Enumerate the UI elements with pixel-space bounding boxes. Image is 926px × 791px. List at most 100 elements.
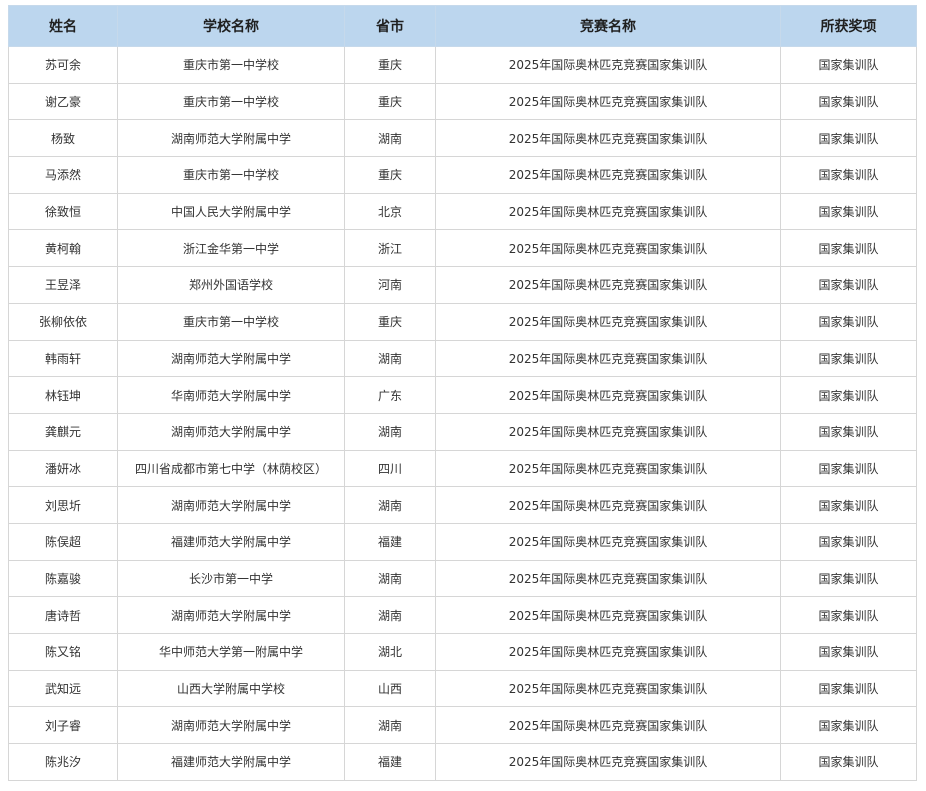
cell-name: 谢乙豪 <box>8 82 118 121</box>
cell-award: 国家集训队 <box>780 743 917 781</box>
cell-name: 张柳依依 <box>8 302 118 341</box>
table-row: 王昱泽 郑州外国语学校 河南 2025年国际奥林匹克竞赛国家集训队 国家集训队 <box>8 266 917 304</box>
cell-province: 重庆 <box>344 156 436 194</box>
cell-school: 华中师范大学第一附属中学 <box>117 633 345 671</box>
cell-name: 杨致 <box>8 119 118 158</box>
cell-province: 湖南 <box>344 339 436 378</box>
cell-school: 浙江金华第一中学 <box>117 229 345 268</box>
cell-award: 国家集训队 <box>780 376 917 414</box>
table-row: 徐致恒 中国人民大学附属中学 北京 2025年国际奥林匹克竞赛国家集训队 国家集训队 <box>8 192 917 231</box>
cell-name: 龚麒元 <box>8 412 118 451</box>
cell-school: 华南师范大学附属中学 <box>117 376 345 414</box>
cell-competition: 2025年国际奥林匹克竞赛国家集训队 <box>435 82 781 121</box>
table-row: 谢乙豪 重庆市第一中学校 重庆 2025年国际奥林匹克竞赛国家集训队 国家集训队 <box>8 82 917 121</box>
cell-school: 湖南师范大学附属中学 <box>117 119 345 158</box>
cell-school: 重庆市第一中学校 <box>117 46 345 84</box>
cell-competition: 2025年国际奥林匹克竞赛国家集训队 <box>435 706 781 745</box>
cell-competition: 2025年国际奥林匹克竞赛国家集训队 <box>435 449 781 488</box>
column-header-school: 学校名称 <box>117 5 345 47</box>
cell-name: 陈俣超 <box>8 522 118 561</box>
cell-province: 广东 <box>344 376 436 414</box>
cell-competition: 2025年国际奥林匹克竞赛国家集训队 <box>435 486 781 524</box>
cell-school: 福建师范大学附属中学 <box>117 522 345 561</box>
cell-award: 国家集训队 <box>780 229 917 268</box>
cell-award: 国家集训队 <box>780 559 917 598</box>
cell-name: 陈嘉骏 <box>8 559 118 598</box>
table-row: 龚麒元 湖南师范大学附属中学 湖南 2025年国际奥林匹克竞赛国家集训队 国家集训队 <box>8 412 917 451</box>
cell-school: 湖南师范大学附属中学 <box>117 412 345 451</box>
column-header-award: 所获奖项 <box>780 5 917 47</box>
cell-name: 黄柯翰 <box>8 229 118 268</box>
cell-award: 国家集训队 <box>780 596 917 634</box>
results-table-container: 姓名 学校名称 省市 竞赛名称 所获奖项 苏可余 重庆市第一中学校 重庆 2025年国… <box>8 5 917 781</box>
cell-competition: 2025年国际奥林匹克竞赛国家集训队 <box>435 229 781 268</box>
cell-competition: 2025年国际奥林匹克竞赛国家集训队 <box>435 119 781 158</box>
cell-award: 国家集训队 <box>780 339 917 378</box>
cell-competition: 2025年国际奥林匹克竞赛国家集训队 <box>435 633 781 671</box>
cell-competition: 2025年国际奥林匹克竞赛国家集训队 <box>435 192 781 231</box>
cell-name: 陈又铭 <box>8 633 118 671</box>
cell-province: 福建 <box>344 743 436 781</box>
table-row: 刘子睿 湖南师范大学附属中学 湖南 2025年国际奥林匹克竞赛国家集训队 国家集训队 <box>8 706 917 745</box>
table-body: 苏可余 重庆市第一中学校 重庆 2025年国际奥林匹克竞赛国家集训队 国家集训队 谢乙豪重… <box>8 46 917 781</box>
cell-school: 湖南师范大学附属中学 <box>117 596 345 634</box>
cell-name: 陈兆汐 <box>8 743 118 781</box>
table-row: 陈嘉骏 长沙市第一中学 湖南 2025年国际奥林匹克竞赛国家集训队 国家集训队 <box>8 559 917 598</box>
cell-school: 湖南师范大学附属中学 <box>117 339 345 378</box>
cell-award: 国家集训队 <box>780 449 917 488</box>
table-row: 张柳依依 重庆市第一中学校 重庆 2025年国际奥林匹克竞赛国家集训队 国家集训队 <box>8 302 917 341</box>
cell-school: 山西大学附属中学校 <box>117 669 345 708</box>
cell-province: 河南 <box>344 266 436 304</box>
table-row: 韩雨轩 湖南师范大学附属中学 湖南 2025年国际奥林匹克竞赛国家集训队 国家集训队 <box>8 339 917 378</box>
cell-competition: 2025年国际奥林匹克竞赛国家集训队 <box>435 559 781 598</box>
cell-province: 湖南 <box>344 119 436 158</box>
cell-province: 湖南 <box>344 706 436 745</box>
cell-province: 湖北 <box>344 633 436 671</box>
cell-competition: 2025年国际奥林匹克竞赛国家集训队 <box>435 743 781 781</box>
table-row: 马添然 重庆市第一中学校 重庆 2025年国际奥林匹克竞赛国家集训队 国家集训队 <box>8 156 917 194</box>
cell-name: 刘子睿 <box>8 706 118 745</box>
cell-school: 中国人民大学附属中学 <box>117 192 345 231</box>
cell-name: 徐致恒 <box>8 192 118 231</box>
table-row: 黄柯翰 浙江金华第一中学 浙江 2025年国际奥林匹克竞赛国家集训队 国家集训队 <box>8 229 917 268</box>
cell-name: 刘思圻 <box>8 486 118 524</box>
cell-school: 重庆市第一中学校 <box>117 82 345 121</box>
cell-award: 国家集训队 <box>780 82 917 121</box>
cell-competition: 2025年国际奥林匹克竞赛国家集训队 <box>435 339 781 378</box>
results-table: 姓名 学校名称 省市 竞赛名称 所获奖项 苏可余 重庆市第一中学校 重庆 2025年国… <box>8 5 917 781</box>
cell-competition: 2025年国际奥林匹克竞赛国家集训队 <box>435 266 781 304</box>
cell-award: 国家集训队 <box>780 706 917 745</box>
table-row: 陈兆汐 福建师范大学附属中学 福建 2025年国际奥林匹克竞赛国家集训队 国家集训队 <box>8 743 917 781</box>
cell-school: 湖南师范大学附属中学 <box>117 486 345 524</box>
cell-school: 郑州外国语学校 <box>117 266 345 304</box>
cell-name: 王昱泽 <box>8 266 118 304</box>
cell-name: 武知远 <box>8 669 118 708</box>
table-row: 杨致 湖南师范大学附属中学 湖南 2025年国际奥林匹克竞赛国家集训队 国家集训队 <box>8 119 917 158</box>
column-header-competition: 竞赛名称 <box>435 5 781 47</box>
cell-award: 国家集训队 <box>780 156 917 194</box>
cell-province: 福建 <box>344 522 436 561</box>
cell-name: 潘妍冰 <box>8 449 118 488</box>
table-row: 陈俣超 福建师范大学附属中学 福建 2025年国际奥林匹克竞赛国家集训队 国家集训队 <box>8 522 917 561</box>
cell-province: 湖南 <box>344 596 436 634</box>
column-header-name: 姓名 <box>8 5 118 47</box>
cell-competition: 2025年国际奥林匹克竞赛国家集训队 <box>435 156 781 194</box>
column-header-province: 省市 <box>344 5 436 47</box>
cell-name: 韩雨轩 <box>8 339 118 378</box>
cell-school: 四川省成都市第七中学（林荫校区） <box>117 449 345 488</box>
cell-school: 湖南师范大学附属中学 <box>117 706 345 745</box>
cell-name: 马添然 <box>8 156 118 194</box>
cell-name: 苏可余 <box>8 46 118 84</box>
cell-province: 重庆 <box>344 302 436 341</box>
cell-competition: 2025年国际奥林匹克竞赛国家集训队 <box>435 376 781 414</box>
table-header: 姓名 学校名称 省市 竞赛名称 所获奖项 <box>8 5 917 47</box>
header-row: 姓名 学校名称 省市 竞赛名称 所获奖项 <box>8 5 917 47</box>
cell-award: 国家集训队 <box>780 119 917 158</box>
cell-name: 唐诗哲 <box>8 596 118 634</box>
cell-competition: 2025年国际奥林匹克竞赛国家集训队 <box>435 302 781 341</box>
cell-school: 重庆市第一中学校 <box>117 156 345 194</box>
table-row: 潘妍冰 四川省成都市第七中学（林荫校区） 四川 2025年国际奥林匹克竞赛国家集训队国… <box>8 449 917 488</box>
cell-province: 浙江 <box>344 229 436 268</box>
table-row: 唐诗哲 湖南师范大学附属中学 湖南 2025年国际奥林匹克竞赛国家集训队 国家集训队 <box>8 596 917 634</box>
cell-school: 长沙市第一中学 <box>117 559 345 598</box>
